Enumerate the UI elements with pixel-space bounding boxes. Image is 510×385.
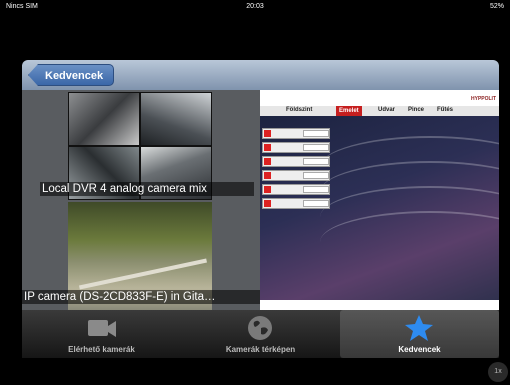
camera-list: Local DVR 4 analog camera mix IP camera … xyxy=(22,90,260,310)
tab-label: Kedvencek xyxy=(398,345,441,354)
dvr-tab-active[interactable]: Emelet xyxy=(336,106,362,116)
camera-feed-1 xyxy=(69,93,139,145)
control-label xyxy=(303,186,329,193)
dvr-control-row[interactable] xyxy=(262,156,330,167)
dvr-control-row[interactable] xyxy=(262,198,330,209)
dvr-tab[interactable]: Földszint xyxy=(286,107,312,113)
bulb-icon xyxy=(264,186,271,193)
tab-bar: Elérhető kamerák Kamerák térképen Kedven… xyxy=(22,310,499,358)
dvr-control-row[interactable] xyxy=(262,142,330,153)
control-label xyxy=(303,144,329,151)
favorites-content: Local DVR 4 analog camera mix IP camera … xyxy=(22,90,499,310)
tab-available-cameras[interactable]: Elérhető kamerák xyxy=(22,310,181,358)
dvr-control-row[interactable] xyxy=(262,170,330,181)
dvr-web-view[interactable]: HYPPOLIT Földszint Emelet Udvar Pince Fű… xyxy=(260,90,499,310)
zoom-button[interactable]: 1x xyxy=(488,362,508,382)
bulb-icon xyxy=(264,130,271,137)
camera-caption-1: Local DVR 4 analog camera mix xyxy=(40,182,254,196)
control-label xyxy=(303,130,329,137)
tab-label: Kamerák térképen xyxy=(225,345,296,354)
globe-icon xyxy=(248,316,272,340)
bulb-icon xyxy=(264,172,271,179)
dvr-tabs: Földszint Emelet Udvar Pince Fűtés xyxy=(260,106,499,116)
control-label xyxy=(303,200,329,207)
camera-feed-2 xyxy=(141,93,211,145)
dvr-tab[interactable]: Fűtés xyxy=(437,107,453,113)
camera-caption-2: IP camera (DS-2CD833F-E) in Gita… xyxy=(22,290,260,304)
tab-map[interactable]: Kamerák térképen xyxy=(181,310,340,358)
battery-label: 52% xyxy=(489,3,504,10)
tab-label: Elérhető kamerák xyxy=(68,345,135,354)
bulb-icon xyxy=(264,200,271,207)
video-camera-icon xyxy=(88,320,116,337)
control-label xyxy=(303,172,329,179)
road-marking xyxy=(79,258,207,290)
star-icon xyxy=(405,315,433,341)
dvr-footer xyxy=(260,300,499,310)
navigation-bar: Kedvencek xyxy=(22,60,499,90)
clock: 20:03 xyxy=(246,3,264,10)
dvr-control-row[interactable] xyxy=(262,128,330,139)
dvr-tab[interactable]: Pince xyxy=(408,107,424,113)
back-button[interactable]: Kedvencek xyxy=(28,64,115,86)
dvr-tab[interactable]: Udvar xyxy=(378,107,395,113)
dvr-control-row[interactable] xyxy=(262,184,330,195)
dvr-panel xyxy=(260,116,499,310)
control-label xyxy=(303,158,329,165)
tab-favorites[interactable]: Kedvencek xyxy=(340,310,499,358)
status-bar: Nincs SIM 20:03 52% xyxy=(0,0,510,14)
bulb-icon xyxy=(264,144,271,151)
bulb-icon xyxy=(264,158,271,165)
